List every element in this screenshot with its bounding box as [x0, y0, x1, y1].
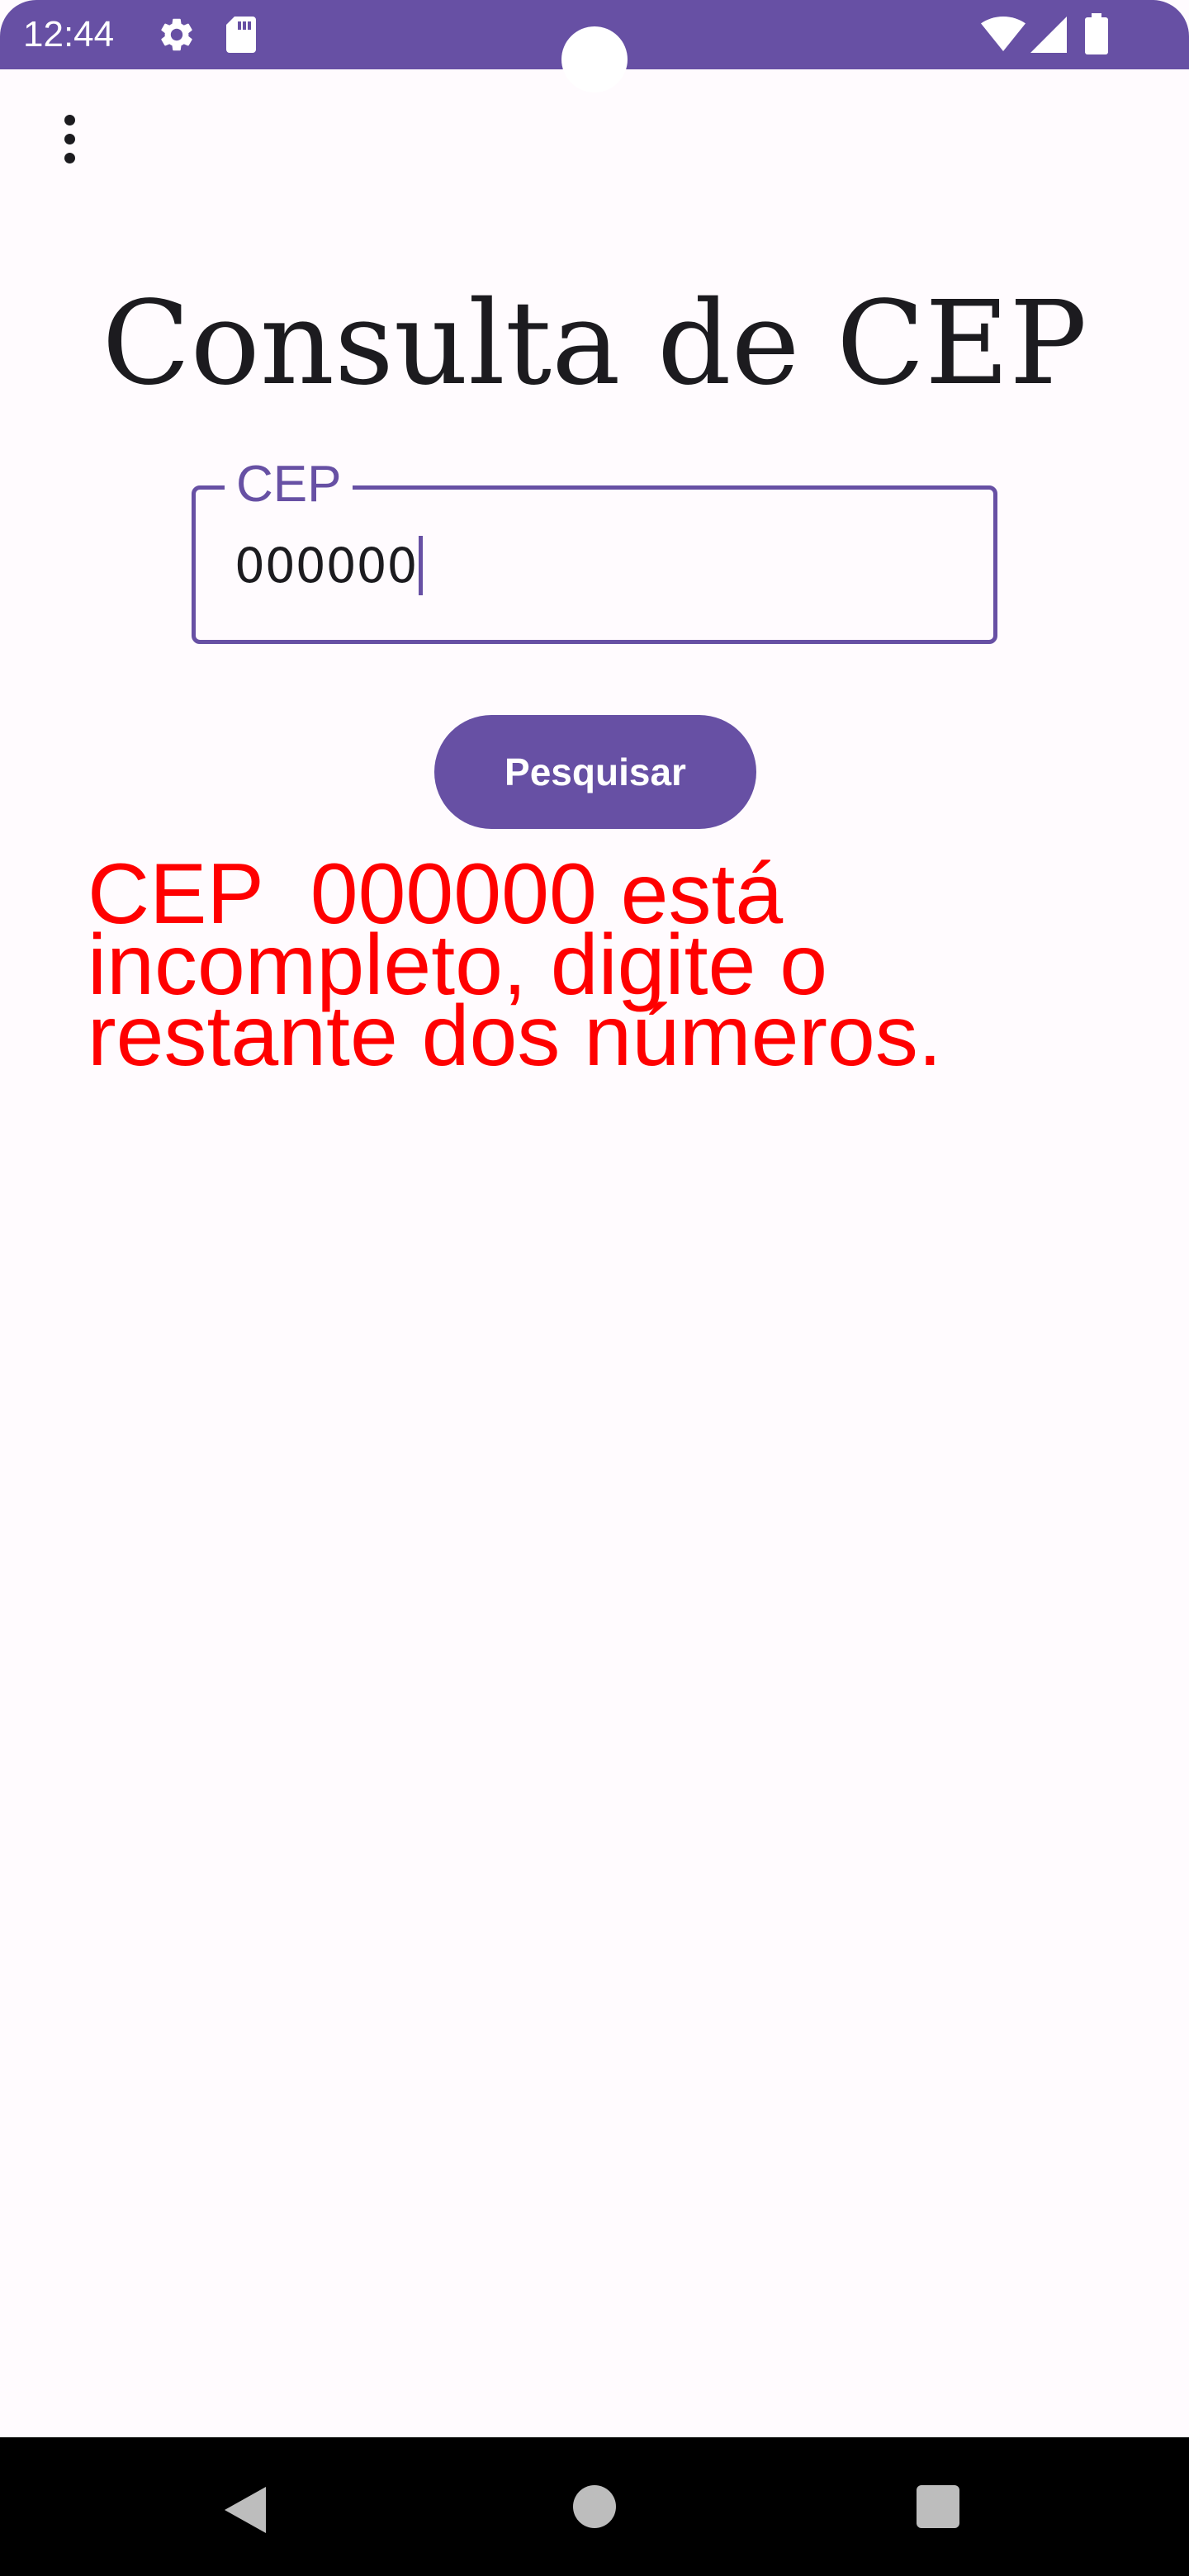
cellular-signal-icon [1030, 17, 1067, 57]
sd-card-icon [223, 15, 259, 59]
app-screen: 12:44 Consulta de CEP CEP 000000 Pesquis… [0, 0, 1189, 2576]
settings-gear-icon [157, 15, 197, 59]
text-cursor [419, 536, 424, 595]
cep-field-label: CEP [225, 456, 353, 514]
menu-dot [64, 152, 75, 163]
cep-input[interactable]: 000000 [234, 528, 961, 603]
recents-icon[interactable] [917, 2485, 959, 2528]
menu-dot [64, 114, 75, 125]
status-time: 12:44 [23, 14, 115, 54]
page-title: Consulta de CEP [102, 277, 1087, 411]
wifi-icon [981, 17, 1026, 57]
home-icon[interactable] [573, 2485, 616, 2528]
search-button[interactable]: Pesquisar [434, 715, 756, 829]
more-vert-icon[interactable] [46, 106, 92, 172]
battery-icon [1085, 13, 1108, 59]
back-icon[interactable] [225, 2487, 266, 2533]
menu-dot [64, 133, 75, 144]
cep-input-value: 000000 [234, 537, 418, 594]
navigation-bar [0, 2437, 1189, 2576]
status-bar: 12:44 [0, 0, 1189, 92]
camera-cutout [561, 26, 628, 92]
error-message: CEP 000000 está incompleto, digite o res… [88, 846, 942, 1084]
